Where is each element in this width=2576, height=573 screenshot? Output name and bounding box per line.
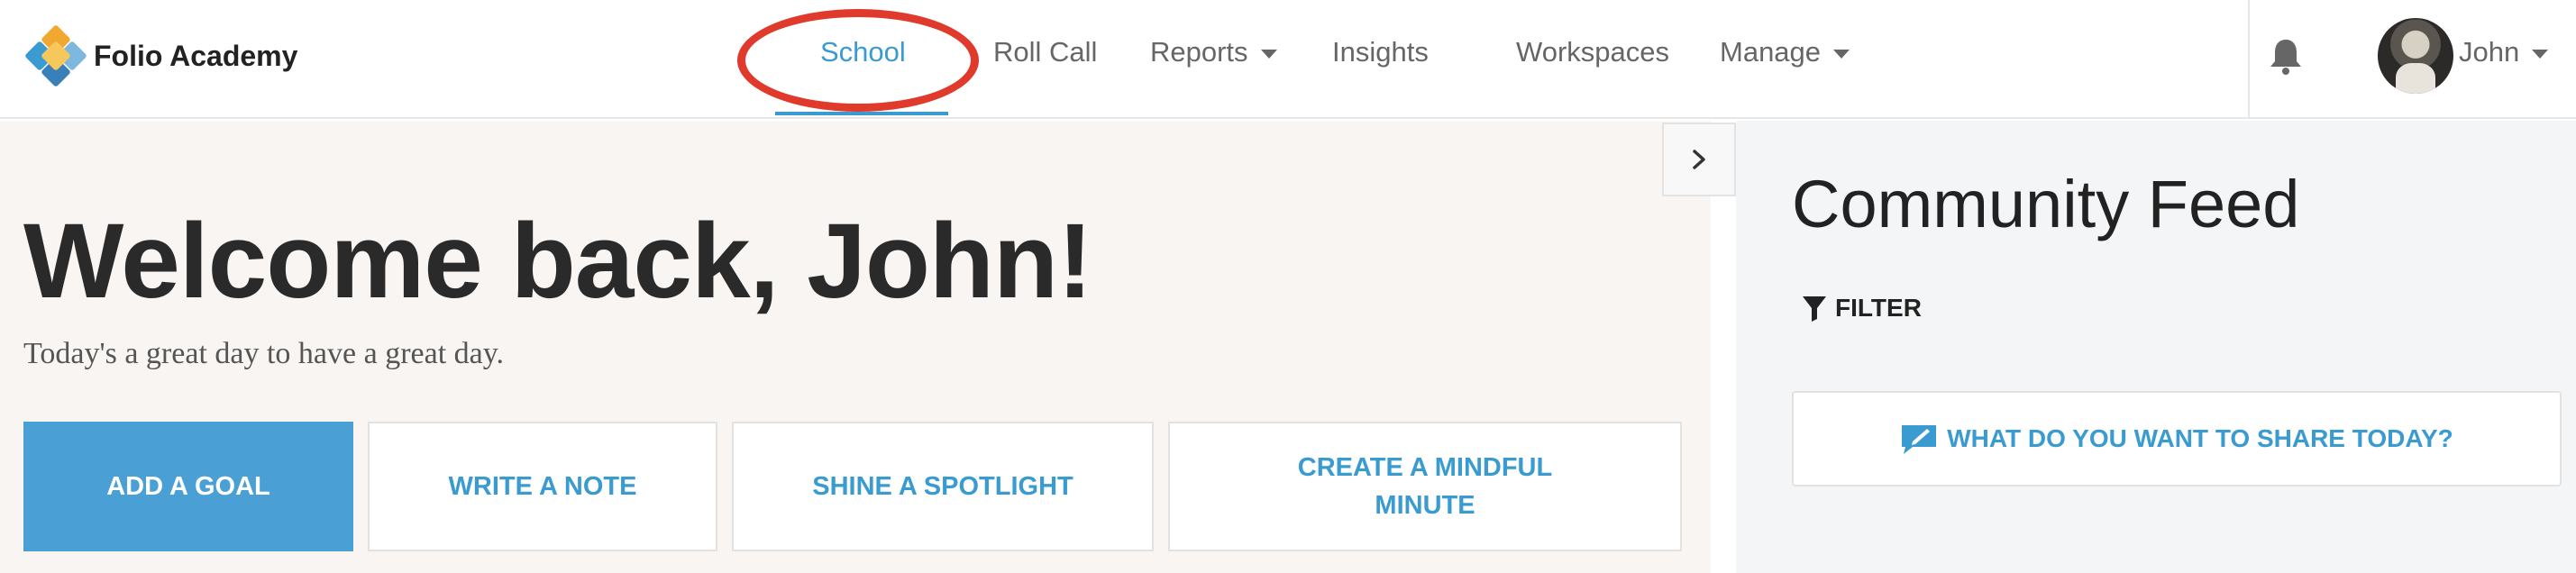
create-mindful-minute-button[interactable]: CREATE A MINDFUL MINUTE (1168, 422, 1682, 551)
nav-roll-call[interactable]: Roll Call (993, 36, 1097, 68)
nav-manage[interactable]: Manage (1720, 36, 1850, 68)
filter-icon (1803, 296, 1826, 322)
filter-label: FILTER (1835, 294, 1922, 322)
compose-icon (1902, 425, 1937, 454)
panel-toggle-button[interactable] (1662, 123, 1736, 196)
share-prompt-label: WHAT DO YOU WANT TO SHARE TODAY? (1947, 424, 2453, 452)
nav-reports[interactable]: Reports (1150, 36, 1277, 68)
avatar[interactable] (2378, 18, 2453, 94)
community-feed-panel: Community Feed FILTER WHAT DO YOU WANT T… (1736, 121, 2576, 573)
chevron-down-icon (1260, 50, 1277, 59)
filter-button[interactable]: FILTER (1801, 294, 1922, 323)
nav-workspaces-label: Workspaces (1516, 36, 1669, 68)
share-prompt-button[interactable]: WHAT DO YOU WANT TO SHARE TODAY? (1792, 391, 2562, 487)
shine-spotlight-label: SHINE A SPOTLIGHT (812, 472, 1073, 501)
tagline: Today's a great day to have a great day. (23, 337, 505, 370)
create-mindful-minute-label: CREATE A MINDFUL MINUTE (1297, 453, 1553, 520)
shine-spotlight-button[interactable]: SHINE A SPOTLIGHT (732, 422, 1154, 551)
nav-insights[interactable]: Insights (1332, 36, 1429, 68)
add-goal-label: ADD A GOAL (106, 472, 270, 501)
user-menu[interactable]: John (2459, 36, 2549, 68)
page-title: Welcome back, John! (23, 202, 1092, 321)
write-note-label: WRITE A NOTE (448, 472, 637, 501)
folio-logo-icon (24, 24, 87, 87)
nav-active-underline (775, 112, 948, 115)
chevron-down-icon (2532, 50, 2549, 59)
chevron-down-icon (1833, 50, 1850, 59)
main-content: Welcome back, John! Today's a great day … (0, 121, 1711, 573)
user-name-label: John (2459, 36, 2520, 68)
brand-name: Folio Academy (94, 39, 298, 72)
nav-roll-call-label: Roll Call (993, 36, 1098, 68)
write-note-button[interactable]: WRITE A NOTE (368, 422, 717, 551)
feed-title: Community Feed (1792, 167, 2300, 241)
highlight-annotation-circle (737, 9, 979, 112)
nav-reports-label: Reports (1150, 36, 1248, 68)
chevron-right-icon (1693, 150, 1705, 169)
nav-insights-label: Insights (1332, 36, 1429, 68)
brand-logo[interactable]: Folio Academy (24, 24, 298, 87)
add-goal-button[interactable]: ADD A GOAL (23, 422, 353, 551)
nav-divider (2248, 0, 2250, 119)
nav-manage-label: Manage (1720, 36, 1822, 68)
nav-workspaces[interactable]: Workspaces (1516, 36, 1669, 68)
bell-icon[interactable] (2268, 36, 2304, 76)
top-nav-bar: Folio Academy School Roll Call Reports I… (0, 0, 2576, 119)
